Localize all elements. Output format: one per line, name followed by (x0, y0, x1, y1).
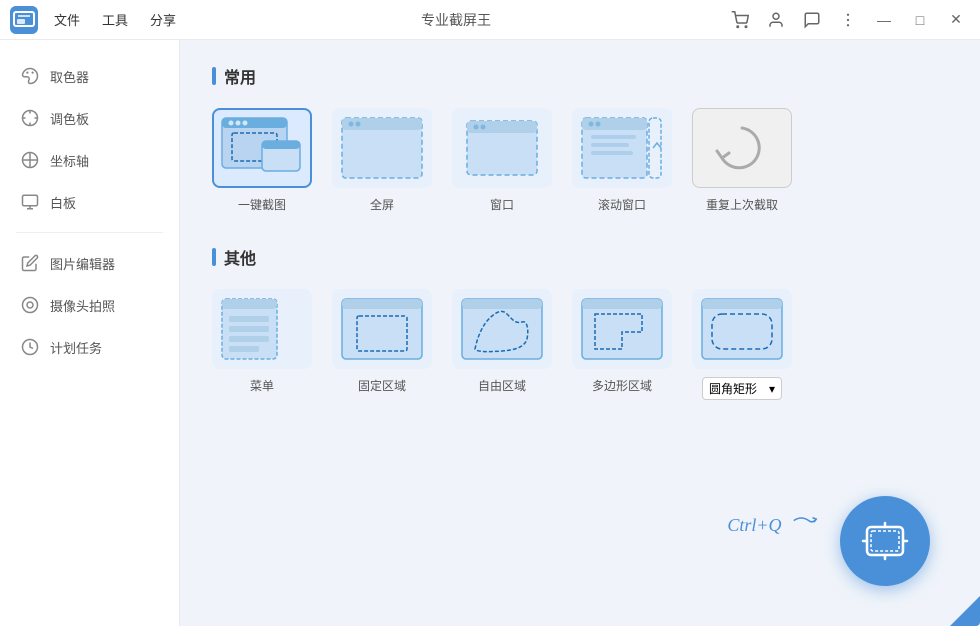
sidebar-item-color-picker[interactable]: 取色器 (0, 56, 179, 96)
shortcut-text: Ctrl+Q (727, 511, 820, 536)
sidebar-item-image-editor[interactable]: 图片编辑器 (0, 243, 179, 283)
capture-label-fixed-area: 固定区域 (358, 377, 406, 394)
sidebar-item-axis[interactable]: 坐标轴 (0, 140, 179, 180)
whiteboard-icon (20, 192, 40, 212)
capture-label-menu: 菜单 (250, 377, 274, 394)
titlebar-menus: 文件 工具 分享 (44, 6, 186, 33)
sidebar-label-axis: 坐标轴 (50, 151, 89, 170)
capture-label-one-click: 一键截图 (238, 196, 286, 213)
rounded-rect-dropdown-label: 圆角矩形 (709, 380, 757, 397)
image-editor-icon (20, 253, 40, 273)
capture-icon-window (452, 108, 552, 188)
capture-item-window[interactable]: 窗口 (452, 108, 552, 213)
common-capture-grid: 一键截图 全屏 (212, 108, 948, 213)
other-capture-grid: 菜单 固定区域 (212, 289, 948, 400)
scheduler-icon (20, 337, 40, 357)
menu-share[interactable]: 分享 (140, 6, 186, 33)
sidebar-label-palette: 调色板 (50, 109, 89, 128)
capture-label-fullscreen: 全屏 (370, 196, 394, 213)
app-title: 专业截屏王 (186, 10, 726, 30)
sidebar-label-scheduler: 计划任务 (50, 338, 102, 357)
capture-icon-menu (212, 289, 312, 369)
menu-tools[interactable]: 工具 (92, 6, 138, 33)
user-icon[interactable] (762, 6, 790, 34)
minimize-button[interactable]: — (870, 6, 898, 34)
capture-item-polygon-area[interactable]: 多边形区域 (572, 289, 672, 400)
capture-icon-one-click (212, 108, 312, 188)
shortcut-label: Ctrl+Q (727, 515, 781, 535)
fab-capture-button[interactable] (840, 496, 930, 586)
capture-item-scroll-window[interactable]: 滚动窗口 (572, 108, 672, 213)
section-other-title: 其他 (212, 245, 948, 269)
sidebar: 取色器 调色板 坐标轴 (0, 40, 180, 626)
sidebar-label-whiteboard: 白板 (50, 193, 76, 212)
palette-icon (20, 108, 40, 128)
axis-icon (20, 150, 40, 170)
capture-item-rounded-rect[interactable]: 圆角矩形 ▾ (692, 289, 792, 400)
capture-item-free-area[interactable]: 自由区域 (452, 289, 552, 400)
chat-icon[interactable] (798, 6, 826, 34)
capture-item-fullscreen[interactable]: 全屏 (332, 108, 432, 213)
sidebar-item-whiteboard[interactable]: 白板 (0, 182, 179, 222)
main-layout: 取色器 调色板 坐标轴 (0, 40, 980, 626)
capture-icon-fixed-area (332, 289, 432, 369)
capture-item-menu[interactable]: 菜单 (212, 289, 312, 400)
more-icon[interactable] (834, 6, 862, 34)
menu-file[interactable]: 文件 (44, 6, 90, 33)
camera-icon (20, 295, 40, 315)
section-common-title: 常用 (212, 64, 948, 88)
content-area: 常用 (180, 40, 980, 626)
capture-icon-polygon-area (572, 289, 672, 369)
capture-label-window: 窗口 (490, 196, 514, 213)
capture-label-polygon-area: 多边形区域 (592, 377, 652, 394)
maximize-button[interactable]: □ (906, 6, 934, 34)
capture-label-free-area: 自由区域 (478, 377, 526, 394)
capture-icon-scroll-window (572, 108, 672, 188)
color-picker-icon (20, 66, 40, 86)
sidebar-divider (16, 232, 163, 233)
capture-item-fixed-area[interactable]: 固定区域 (332, 289, 432, 400)
capture-icon-repeat-last (692, 108, 792, 188)
titlebar-actions: — □ ✕ (726, 6, 970, 34)
chevron-down-icon: ▾ (769, 382, 775, 396)
sidebar-item-scheduler[interactable]: 计划任务 (0, 327, 179, 367)
capture-label-repeat-last: 重复上次截取 (706, 196, 778, 213)
capture-icon-rounded-rect (692, 289, 792, 369)
sidebar-item-palette[interactable]: 调色板 (0, 98, 179, 138)
rounded-rect-dropdown[interactable]: 圆角矩形 ▾ (702, 377, 782, 400)
capture-label-scroll-window: 滚动窗口 (598, 196, 646, 213)
close-button[interactable]: ✕ (942, 6, 970, 34)
capture-item-repeat-last[interactable]: 重复上次截取 (692, 108, 792, 213)
capture-icon-free-area (452, 289, 552, 369)
app-logo (10, 6, 38, 34)
sidebar-label-camera: 摄像头拍照 (50, 296, 115, 315)
sidebar-label-image-editor: 图片编辑器 (50, 254, 115, 273)
titlebar: 文件 工具 分享 专业截屏王 — □ (0, 0, 980, 40)
corner-decoration (950, 596, 980, 626)
sidebar-item-camera[interactable]: 摄像头拍照 (0, 285, 179, 325)
cart-icon[interactable] (726, 6, 754, 34)
sidebar-label-color-picker: 取色器 (50, 67, 89, 86)
capture-item-one-click[interactable]: 一键截图 (212, 108, 312, 213)
capture-icon-fullscreen (332, 108, 432, 188)
